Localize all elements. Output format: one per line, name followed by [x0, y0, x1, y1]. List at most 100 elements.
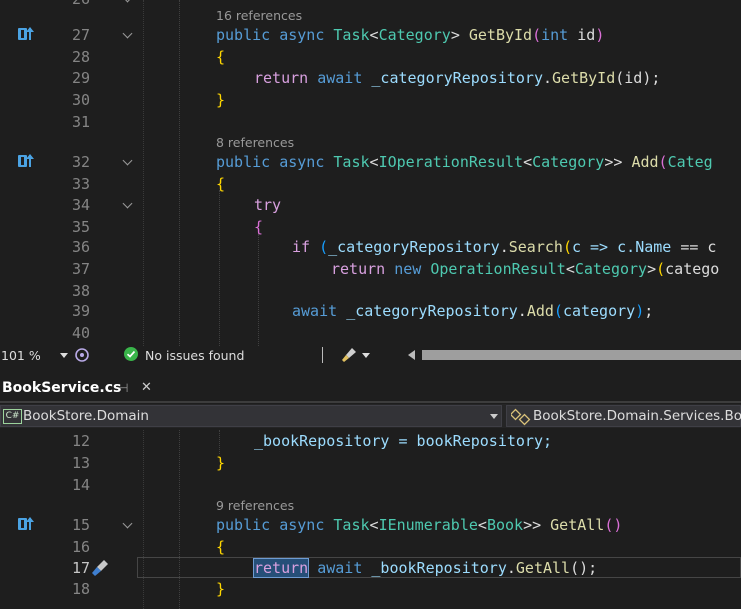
member-name: BookStore.Domain.Services.Boo: [533, 408, 741, 424]
codelens-references[interactable]: 16 references: [216, 8, 302, 23]
code-line[interactable]: 15 public async Task<IEnumerable<Book>> …: [0, 514, 741, 536]
code-text: {: [216, 538, 226, 556]
code-text: return new OperationResult<Category>(cat…: [331, 260, 720, 278]
tab-bookservice[interactable]: BookService.cs ⊣ ✕: [0, 376, 160, 401]
line-number: 17: [71, 559, 90, 577]
line-number: 38: [71, 282, 90, 300]
code-line[interactable]: 18 }: [0, 578, 741, 600]
scroll-left-icon[interactable]: [408, 350, 415, 360]
collapse-chevron-icon[interactable]: [122, 0, 133, 3]
code-text: {: [216, 48, 226, 66]
code-text: {: [254, 218, 264, 236]
code-line[interactable]: 27 public async Task<Category> GetById(i…: [0, 24, 741, 46]
code-line[interactable]: 13 }: [0, 452, 741, 474]
code-line[interactable]: 33 {: [0, 173, 741, 195]
check-circle-icon: [124, 347, 138, 361]
line-number: 12: [71, 432, 90, 450]
code-line[interactable]: 16 {: [0, 536, 741, 558]
codelens-row: 8 references: [0, 131, 741, 153]
code-text: }: [216, 454, 226, 472]
document-tab-bar: BookService.cs ⊣ ✕: [0, 376, 741, 403]
chevron-down-icon: [490, 414, 498, 419]
code-line[interactable]: 39 await _categoryRepository.Add(categor…: [0, 300, 741, 322]
codelens-row: 9 references: [0, 494, 741, 516]
code-line[interactable]: 12 _bookRepository = bookRepository;: [0, 430, 741, 452]
code-text: {: [216, 175, 226, 193]
code-line[interactable]: 36 if (_categoryRepository.Search(c => c…: [0, 236, 741, 258]
line-number: 39: [71, 302, 90, 320]
line-number: 36: [71, 238, 90, 256]
implementation-icon[interactable]: [18, 154, 38, 168]
zoom-level[interactable]: 101 %: [1, 348, 41, 363]
collapse-chevron-icon[interactable]: [122, 198, 133, 209]
editor-status-bar: 101 % No issues found: [0, 346, 741, 366]
collapse-chevron-icon[interactable]: [122, 155, 133, 166]
line-number: 28: [71, 48, 90, 66]
line-number: 14: [71, 476, 90, 494]
line-number: 30: [71, 91, 90, 109]
pin-icon[interactable]: ⊣: [118, 381, 128, 395]
code-line[interactable]: 40: [0, 322, 741, 344]
line-number: 18: [71, 580, 90, 598]
code-line[interactable]: 31: [0, 111, 741, 133]
line-number: 35: [71, 218, 90, 236]
line-number: 15: [71, 516, 90, 534]
codelens-references[interactable]: 8 references: [216, 135, 294, 150]
code-text: public async Task<IEnumerable<Book>> Get…: [216, 516, 623, 534]
line-number: 33: [71, 175, 90, 193]
code-text: try: [254, 196, 282, 214]
bottom-editor-pane[interactable]: 12 _bookRepository = bookRepository; 13 …: [0, 430, 741, 609]
line-number: 32: [71, 153, 90, 171]
code-text: if (_categoryRepository.Search(c => c.Na…: [292, 238, 717, 256]
code-text: public async Task<IOperationResult<Categ…: [216, 153, 713, 171]
implementation-icon[interactable]: [18, 27, 38, 41]
close-icon[interactable]: ✕: [141, 380, 152, 395]
line-number: 13: [71, 454, 90, 472]
project-name: BookStore.Domain: [23, 408, 149, 424]
quick-actions-brush-icon[interactable]: [90, 558, 110, 578]
line-number: 40: [71, 324, 90, 342]
code-line-current[interactable]: 17 return await _bookRepository.GetAll()…: [0, 557, 741, 579]
line-number: 31: [71, 113, 90, 131]
code-line[interactable]: 34 try: [0, 194, 741, 216]
code-line[interactable]: 30 }: [0, 89, 741, 111]
horizontal-scrollbar[interactable]: [422, 350, 741, 360]
line-number: 16: [71, 538, 90, 556]
code-text: return await _bookRepository.GetAll();: [252, 558, 598, 578]
line-number: 37: [71, 260, 90, 278]
line-number: 27: [71, 26, 90, 44]
project-dropdown[interactable]: C# BookStore.Domain: [0, 405, 502, 427]
collapse-chevron-icon[interactable]: [122, 518, 133, 529]
code-text: await _categoryRepository.Add(category);: [292, 302, 654, 320]
code-line[interactable]: 32 public async Task<IOperationResult<Ca…: [0, 151, 741, 173]
code-cleanup-brush-icon[interactable]: [340, 346, 358, 364]
code-line[interactable]: 28 {: [0, 46, 741, 68]
tab-filename: BookService.cs: [2, 380, 122, 396]
status-separator: [322, 347, 323, 363]
code-text: _bookRepository = bookRepository;: [254, 432, 553, 450]
top-editor-pane[interactable]: 26 16 references 27 public async Task<Ca…: [0, 0, 741, 346]
codelens-references[interactable]: 9 references: [216, 498, 294, 513]
code-line[interactable]: 14: [0, 474, 741, 496]
code-line[interactable]: 35 {: [0, 216, 741, 238]
highlighted-return-keyword: return: [252, 558, 310, 578]
member-dropdown[interactable]: BookStore.Domain.Services.Boo: [506, 405, 741, 427]
implementation-icon[interactable]: [18, 517, 38, 531]
code-text: return await _categoryRepository.GetById…: [254, 69, 661, 87]
code-text: public async Task<Category> GetById(int …: [216, 26, 605, 44]
copilot-icon[interactable]: [74, 347, 90, 363]
codelens-row: 16 references: [0, 4, 741, 26]
collapse-chevron-icon[interactable]: [122, 28, 133, 39]
class-icon: [509, 408, 531, 426]
cleanup-dropdown-icon[interactable]: [362, 353, 370, 358]
code-line[interactable]: 38: [0, 280, 741, 302]
zoom-dropdown-icon[interactable]: [60, 353, 68, 358]
code-line[interactable]: 37 return new OperationResult<Category>(…: [0, 258, 741, 280]
navigation-bar: C# BookStore.Domain BookStore.Domain.Ser…: [0, 404, 741, 428]
line-number: 34: [71, 196, 90, 214]
issues-status[interactable]: No issues found: [145, 348, 244, 363]
csharp-project-icon: C#: [3, 409, 22, 424]
line-number: 29: [71, 69, 90, 87]
code-text: }: [216, 580, 226, 598]
code-line[interactable]: 29 return await _categoryRepository.GetB…: [0, 67, 741, 89]
